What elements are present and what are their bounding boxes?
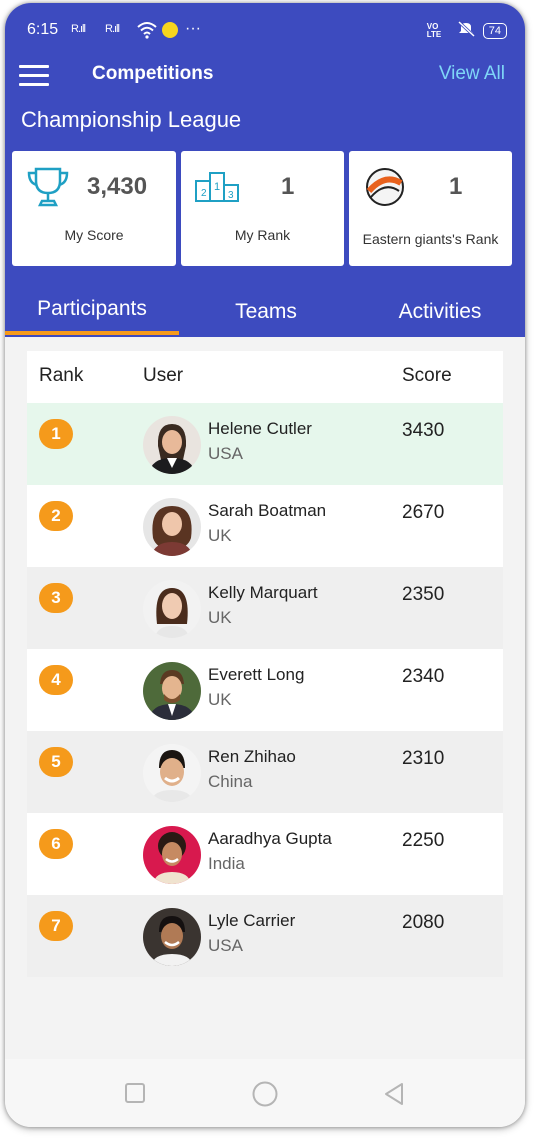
hamburger-menu-icon[interactable] bbox=[19, 65, 49, 87]
active-tab-indicator bbox=[5, 331, 179, 335]
svg-text:3: 3 bbox=[228, 190, 234, 201]
user-name: Helene Cutler bbox=[208, 419, 312, 438]
team-rank-label: Eastern giants's Rank bbox=[362, 231, 499, 247]
table-row[interactable]: 5 Ren Zhihao China 2310 bbox=[27, 731, 503, 813]
battery-icon: 74 bbox=[482, 22, 507, 39]
page-title: Competitions bbox=[92, 63, 214, 84]
my-score-label: My Score bbox=[64, 227, 124, 243]
user-score: 2340 bbox=[402, 666, 445, 687]
wifi-icon bbox=[137, 21, 157, 44]
signal-icon: R.ıll bbox=[71, 23, 86, 35]
recent-apps-button[interactable] bbox=[125, 1083, 145, 1108]
tab-activities[interactable]: Activities bbox=[353, 300, 525, 324]
my-score-card[interactable]: 3,430 My Score bbox=[12, 151, 176, 266]
team-logo-icon bbox=[363, 167, 407, 212]
avatar bbox=[143, 744, 201, 802]
phone-screen: 6:15 R.ıll R.ıll ··· VO LTE 74 Competiti… bbox=[5, 3, 525, 1127]
notification-icon bbox=[162, 22, 178, 38]
my-score-value: 3,430 bbox=[87, 173, 148, 200]
user-score: 3430 bbox=[402, 420, 445, 441]
user-name: Aaradhya Gupta bbox=[208, 829, 332, 848]
more-status-icon: ··· bbox=[185, 20, 201, 37]
leaderboard-table: Rank User Score 1 Helene Cutler USA 3430… bbox=[27, 351, 503, 977]
avatar bbox=[143, 826, 201, 884]
header-score: Score bbox=[402, 365, 452, 386]
rank-badge: 3 bbox=[39, 583, 73, 613]
team-rank-card[interactable]: 1 Eastern giants's Rank bbox=[349, 151, 512, 266]
avatar bbox=[143, 908, 201, 966]
table-row[interactable]: 3 Kelly Marquart UK 2350 bbox=[27, 567, 503, 649]
user-country: India bbox=[208, 854, 245, 873]
mute-icon bbox=[457, 20, 475, 40]
my-rank-label: My Rank bbox=[234, 227, 291, 243]
rank-badge: 4 bbox=[39, 665, 73, 695]
avatar bbox=[143, 416, 201, 474]
signal-icon-2: R.ıll bbox=[105, 23, 120, 35]
user-name: Kelly Marquart bbox=[208, 583, 318, 602]
status-time: 6:15 bbox=[27, 21, 59, 38]
rank-badge: 6 bbox=[39, 829, 73, 859]
user-name: Ren Zhihao bbox=[208, 747, 296, 766]
my-rank-card[interactable]: 2 1 3 1 My Rank bbox=[181, 151, 344, 266]
table-row[interactable]: 4 Everett Long UK 2340 bbox=[27, 649, 503, 731]
avatar bbox=[143, 580, 201, 638]
user-name: Everett Long bbox=[208, 665, 305, 684]
table-row[interactable]: 2 Sarah Boatman UK 2670 bbox=[27, 485, 503, 567]
system-navigation-bar bbox=[5, 1059, 525, 1127]
team-rank-value: 1 bbox=[449, 173, 463, 200]
rank-badge: 5 bbox=[39, 747, 73, 777]
app-header: 6:15 R.ıll R.ıll ··· VO LTE 74 Competiti… bbox=[5, 3, 525, 337]
avatar bbox=[143, 662, 201, 720]
table-row[interactable]: 6 Aaradhya Gupta India 2250 bbox=[27, 813, 503, 895]
rank-badge: 7 bbox=[39, 911, 73, 941]
status-bar: 6:15 R.ıll R.ıll ··· VO LTE 74 bbox=[27, 20, 507, 44]
user-country: UK bbox=[208, 526, 232, 545]
tab-teams[interactable]: Teams bbox=[179, 300, 353, 324]
table-row[interactable]: 1 Helene Cutler USA 3430 bbox=[27, 403, 503, 485]
rank-badge: 2 bbox=[39, 501, 73, 531]
user-country: UK bbox=[208, 690, 232, 709]
table-header: Rank User Score bbox=[27, 351, 503, 403]
volte-icon: VO LTE bbox=[426, 21, 442, 39]
user-score: 2350 bbox=[402, 584, 445, 605]
user-score: 2670 bbox=[402, 502, 445, 523]
user-country: USA bbox=[208, 444, 243, 463]
table-row[interactable]: 7 Lyle Carrier USA 2080 bbox=[27, 895, 503, 977]
user-score: 2080 bbox=[402, 912, 445, 933]
header-rank: Rank bbox=[39, 365, 84, 386]
home-button[interactable] bbox=[252, 1081, 278, 1112]
header-user: User bbox=[143, 365, 184, 386]
podium-icon: 2 1 3 bbox=[195, 171, 239, 208]
rank-badge: 1 bbox=[39, 419, 73, 449]
back-button[interactable] bbox=[383, 1082, 405, 1111]
user-country: USA bbox=[208, 936, 243, 955]
status-right: VO LTE 74 bbox=[426, 20, 507, 40]
league-name: Championship League bbox=[21, 107, 242, 132]
user-score: 2310 bbox=[402, 748, 445, 769]
svg-text:2: 2 bbox=[201, 188, 207, 199]
user-score: 2250 bbox=[402, 830, 445, 851]
user-name: Lyle Carrier bbox=[208, 911, 296, 930]
trophy-icon bbox=[26, 165, 70, 214]
user-name: Sarah Boatman bbox=[208, 501, 327, 520]
view-all-link[interactable]: View All bbox=[439, 63, 505, 85]
avatar bbox=[143, 498, 201, 556]
my-rank-value: 1 bbox=[281, 173, 295, 200]
svg-text:1: 1 bbox=[214, 181, 220, 193]
user-country: China bbox=[208, 772, 253, 791]
user-country: UK bbox=[208, 608, 232, 627]
tab-participants[interactable]: Participants bbox=[5, 297, 179, 321]
